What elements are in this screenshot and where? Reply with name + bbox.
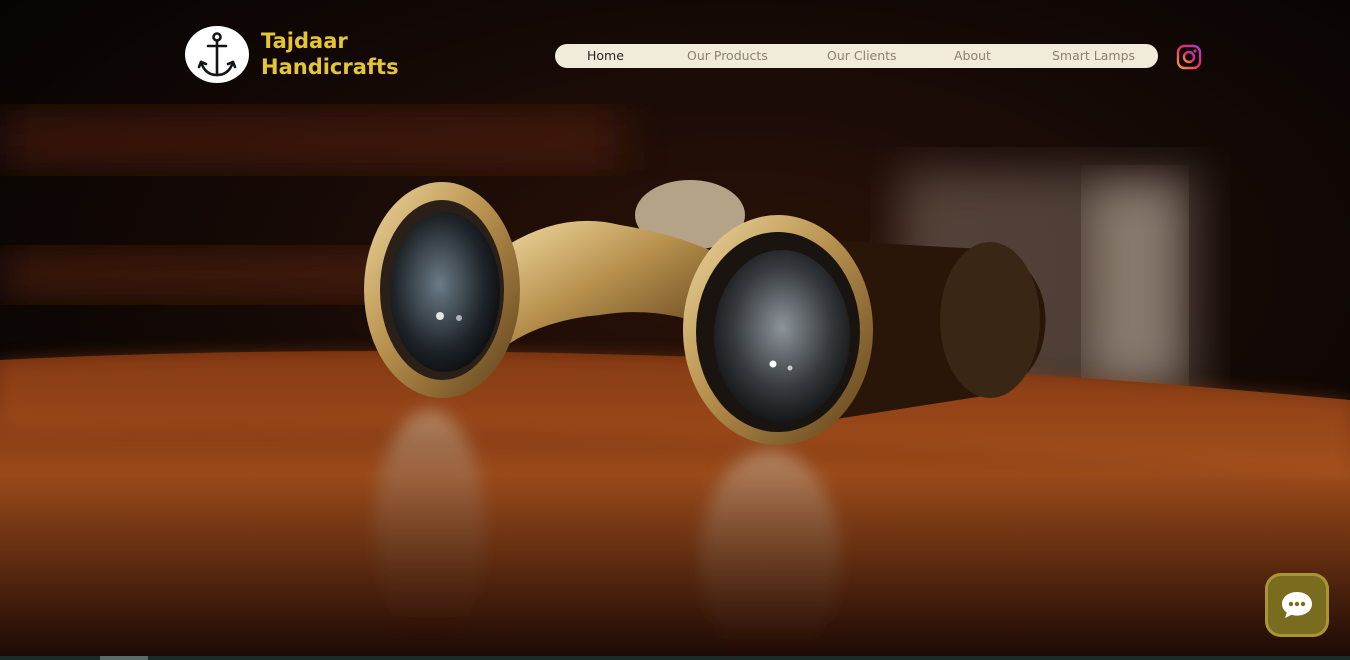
- logo-badge[interactable]: [185, 26, 249, 83]
- nav-item-home[interactable]: Home: [587, 44, 624, 68]
- hero-image: [0, 0, 1350, 660]
- bottom-scroll-bar: [0, 656, 1350, 660]
- scroll-thumb[interactable]: [100, 656, 148, 660]
- chat-button[interactable]: [1265, 573, 1329, 637]
- brand-line-1: Tajdaar: [261, 29, 348, 53]
- brand-name[interactable]: Tajdaar Handicrafts: [261, 28, 399, 80]
- nav-item-about[interactable]: About: [954, 44, 991, 68]
- chat-bubble-icon: [1282, 592, 1312, 618]
- nav-item-smart-lamps[interactable]: Smart Lamps: [1052, 44, 1135, 68]
- nav-item-our-products[interactable]: Our Products: [687, 44, 768, 68]
- instagram-icon[interactable]: [1176, 44, 1202, 70]
- nav-item-our-clients[interactable]: Our Clients: [827, 44, 897, 68]
- anchor-icon: [197, 31, 237, 76]
- main-nav: Home Our Products Our Clients About Smar…: [555, 44, 1158, 68]
- brand-line-2: Handicrafts: [261, 55, 399, 79]
